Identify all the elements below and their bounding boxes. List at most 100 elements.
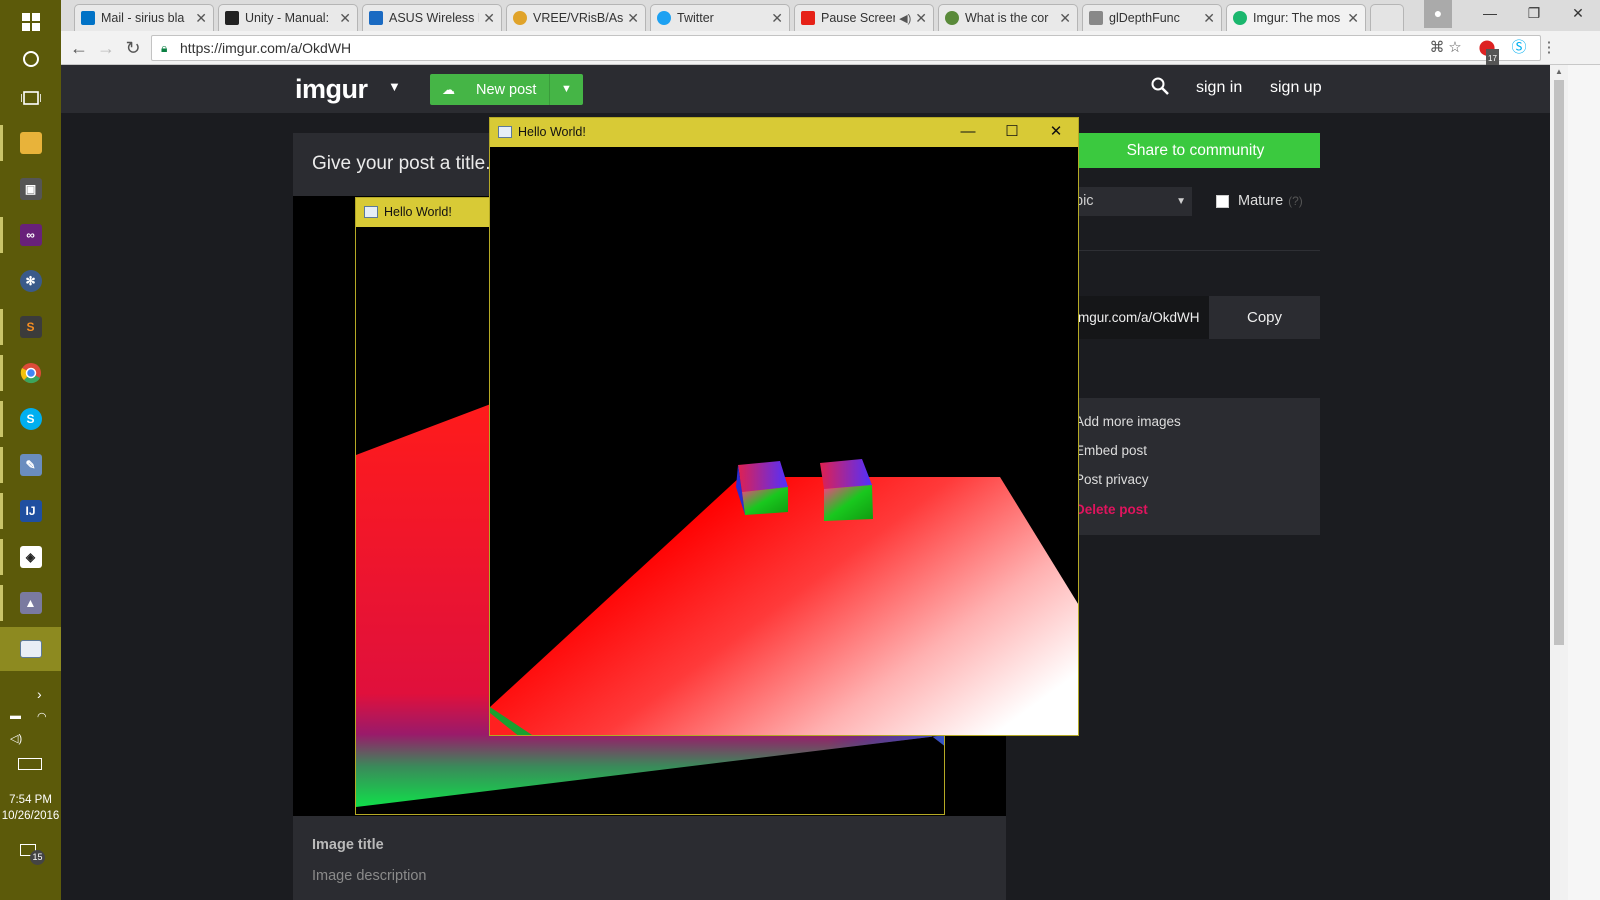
imgur-logo[interactable]: imgur — [295, 74, 368, 105]
close-icon[interactable]: ✕ — [915, 10, 927, 27]
search-icon[interactable] — [1151, 77, 1169, 101]
close-icon[interactable]: ✕ — [195, 10, 207, 27]
new-tab-button[interactable] — [1370, 4, 1404, 31]
menu-icon[interactable]: ⋮ — [1539, 38, 1559, 58]
url-field[interactable]: 🔒︎ https://imgur.com/a/OkdWH — [151, 35, 1541, 61]
rendered-3d-scene — [490, 459, 1078, 735]
tab-asus-wireless[interactable]: ASUS Wireless F ✕ — [362, 4, 502, 31]
close-icon[interactable]: ✕ — [1556, 0, 1600, 28]
image-description-input[interactable]: Image description — [312, 868, 426, 884]
chevron-down-icon[interactable]: ▼ — [388, 79, 401, 94]
image-title-input[interactable]: Image title — [312, 837, 384, 853]
wifi-icon[interactable]: ◠ — [37, 710, 47, 723]
paint-icon[interactable]: ✎ — [0, 443, 61, 487]
forward-icon[interactable]: → — [94, 36, 118, 60]
extension-icon[interactable]: ⬤ 17 — [1477, 38, 1499, 69]
close-icon[interactable]: ✕ — [483, 10, 495, 27]
caret-down-icon: ▼ — [1176, 196, 1186, 207]
share-link-input[interactable]: imgur.com/a/OkdWH — [1071, 296, 1209, 339]
intellij-icon[interactable]: IJ — [0, 489, 61, 533]
tab-twitter[interactable]: Twitter ✕ — [650, 4, 790, 31]
visual-studio-icon[interactable]: ∞ — [0, 213, 61, 257]
store-icon[interactable]: ▣ — [0, 167, 61, 211]
app-icon[interactable]: ▲ — [0, 581, 61, 625]
new-post-button[interactable]: ☁ New post ▼ — [430, 74, 583, 105]
close-icon[interactable]: ✕ — [1203, 10, 1215, 27]
tab-what-is[interactable]: What is the cor ✕ — [938, 4, 1078, 31]
sublime-text-icon[interactable]: S — [0, 305, 61, 349]
embed-post-link[interactable]: Embed post — [1075, 443, 1147, 458]
tab-title: VREE/VRisB/Ass — [533, 11, 624, 25]
sign-in-link[interactable]: sign in — [1196, 79, 1242, 97]
translate-icon[interactable]: ⌘ — [1427, 38, 1447, 58]
tab-vree[interactable]: VREE/VRisB/Ass ✕ — [506, 4, 646, 31]
app-window-icon — [364, 206, 378, 218]
tab-pause-screen[interactable]: Pause Screen ◀) ✕ — [794, 4, 934, 31]
keyboard-icon[interactable] — [18, 758, 42, 770]
close-icon[interactable]: ✕ — [1034, 118, 1078, 147]
share-to-community-button[interactable]: Share to community — [1071, 133, 1320, 168]
cortana-icon[interactable] — [0, 37, 61, 81]
lock-icon: 🔒︎ — [161, 41, 168, 55]
volume-icon[interactable]: ◁) — [10, 732, 22, 745]
outlook-icon — [81, 11, 95, 25]
skype-icon[interactable]: Ⓢ — [1509, 38, 1529, 58]
twitter-icon — [657, 11, 671, 25]
tab-imgur[interactable]: Imgur: The mos ✕ — [1226, 4, 1366, 31]
youtube-icon — [801, 11, 815, 25]
clock[interactable]: 7:54 PM 10/26/2016 — [0, 794, 61, 822]
topic-select[interactable]: pic ▼ — [1071, 187, 1192, 216]
tab-title: glDepthFunc — [1109, 11, 1180, 25]
unity-icon[interactable]: ◈ — [0, 535, 61, 579]
chevron-right-icon[interactable]: › — [37, 686, 42, 702]
page-scrollbar[interactable]: ▲ — [1550, 65, 1568, 900]
close-icon[interactable]: ✕ — [1347, 10, 1359, 27]
skype-icon[interactable]: S — [0, 397, 61, 441]
windows-taskbar: ▣ ∞ ✻ S S ✎ IJ ◈ ▲ › ▬ ◠ ◁) 7:54 PM 10/2… — [0, 0, 61, 900]
scroll-up-arrow-icon[interactable]: ▲ — [1550, 65, 1568, 79]
battery-icon[interactable]: ▬ — [10, 710, 21, 722]
tab-title: Pause Screen — [821, 11, 896, 25]
scroll-thumb[interactable] — [1554, 80, 1564, 645]
delete-post-link[interactable]: Delete post — [1075, 502, 1148, 517]
window-controls: — ☐ ✕ — [946, 118, 1078, 147]
close-icon[interactable]: ✕ — [1059, 10, 1071, 27]
profile-icon[interactable]: ● — [1424, 0, 1452, 28]
close-icon[interactable]: ✕ — [627, 10, 639, 27]
tab-mail[interactable]: Mail - sirius bla ✕ — [74, 4, 214, 31]
restore-icon[interactable]: ❐ — [1512, 0, 1556, 28]
share-link: imgur.com/a/OkdWH Copy — [1071, 296, 1320, 339]
checkbox[interactable] — [1216, 195, 1229, 208]
reload-icon[interactable]: ↻ — [121, 36, 145, 60]
hello-world-window[interactable]: Hello World! — ☐ ✕ — [489, 117, 1079, 736]
file-explorer-icon[interactable] — [0, 121, 61, 165]
task-view-icon[interactable] — [0, 76, 61, 120]
star-icon[interactable]: ☆ — [1445, 38, 1465, 58]
maximize-icon[interactable]: ☐ — [990, 118, 1034, 147]
browser-window-controls: ● — ❐ ✕ — [1424, 0, 1600, 28]
mature-checkbox[interactable]: Mature (?) — [1216, 187, 1303, 216]
post-options-menu: Add more images Embed post Post privacy … — [1071, 398, 1320, 535]
sign-up-link[interactable]: sign up — [1270, 79, 1322, 97]
clock-time: 7:54 PM — [9, 794, 52, 806]
chrome-icon[interactable] — [0, 351, 61, 395]
help-link[interactable]: (?) — [1288, 187, 1303, 216]
close-icon[interactable]: ✕ — [339, 10, 351, 27]
url-text: https://imgur.com/a/OkdWH — [180, 40, 352, 56]
window-titlebar[interactable]: Hello World! — ☐ ✕ — [490, 118, 1078, 147]
chevron-down-icon[interactable]: ▼ — [549, 74, 583, 105]
tab-title: Imgur: The mos — [1253, 11, 1341, 25]
add-more-images-link[interactable]: Add more images — [1075, 414, 1181, 429]
back-icon[interactable]: ← — [67, 36, 91, 60]
tab-gldepthfunc[interactable]: glDepthFunc ✕ — [1082, 4, 1222, 31]
hello-world-app-icon[interactable] — [0, 627, 61, 671]
minimize-icon[interactable]: — — [946, 118, 990, 147]
tab-title: What is the cor — [965, 11, 1049, 25]
notifications-icon[interactable]: 15 — [20, 844, 45, 865]
close-icon[interactable]: ✕ — [771, 10, 783, 27]
copy-button[interactable]: Copy — [1209, 296, 1320, 339]
app-icon[interactable]: ✻ — [0, 259, 61, 303]
post-privacy-link[interactable]: Post privacy — [1075, 472, 1149, 487]
tab-unity-manual[interactable]: Unity - Manual: ✕ — [218, 4, 358, 31]
minimize-icon[interactable]: — — [1468, 0, 1512, 28]
